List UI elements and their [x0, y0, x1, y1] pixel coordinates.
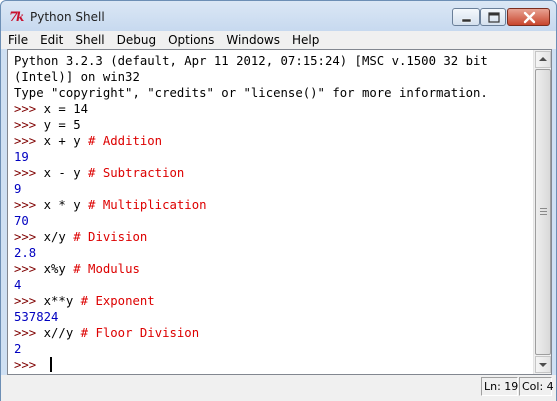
input-line: >>> x**y # Exponent: [14, 293, 533, 309]
input-code: x%y: [43, 262, 74, 276]
scroll-up-arrow-icon: [539, 57, 547, 61]
input-line: >>> x//y # Floor Division: [14, 325, 533, 341]
status-bar: Ln: 19 Col: 4: [1, 375, 556, 401]
menu-help[interactable]: Help: [292, 33, 319, 47]
prompt: >>>: [14, 166, 44, 180]
maximize-icon: [488, 12, 500, 23]
shell-text-area[interactable]: Python 3.2.3 (default, Apr 11 2012, 07:1…: [8, 50, 533, 374]
menu-windows[interactable]: Windows: [226, 33, 280, 47]
menu-bar: File Edit Shell Debug Options Windows He…: [1, 31, 556, 49]
scroll-up-button[interactable]: [535, 51, 551, 68]
input-comment: # Multiplication: [88, 198, 207, 212]
close-icon: [523, 11, 536, 24]
input-code: x * y: [43, 198, 89, 212]
output-line: 9: [14, 182, 22, 196]
prompt: >>>: [14, 134, 44, 148]
input-comment: # Modulus: [73, 262, 140, 276]
prompt: >>>: [14, 198, 44, 212]
banner-line: Python 3.2.3 (default, Apr 11 2012, 07:1…: [14, 54, 488, 68]
output-line: 4: [14, 278, 22, 292]
output-line: 2.8: [14, 246, 37, 260]
menu-edit[interactable]: Edit: [40, 33, 63, 47]
thumb-grip-line: [540, 208, 547, 209]
maximize-button[interactable]: [480, 8, 506, 26]
status-column-number: Col: 4: [519, 377, 554, 396]
scroll-down-button[interactable]: [535, 356, 551, 373]
output-line: 19: [14, 150, 29, 164]
thumb-grip-line: [540, 214, 547, 215]
minimize-button[interactable]: [452, 8, 480, 26]
input-line: >>> x/y # Division: [14, 229, 533, 245]
banner-line: Type "copyright", "credits" or "license(…: [14, 86, 488, 100]
input-code: x**y: [43, 294, 81, 308]
input-line: >>> x - y # Subtraction: [14, 165, 533, 181]
current-input-line: >>>: [14, 357, 533, 373]
scroll-thumb[interactable]: [535, 69, 551, 355]
scroll-down-arrow-icon: [539, 363, 547, 367]
prompt: >>>: [14, 262, 44, 276]
input-comment: # Exponent: [80, 294, 155, 308]
menu-shell[interactable]: Shell: [75, 33, 104, 47]
status-line-number: Ln: 19: [481, 377, 518, 396]
svg-text:k: k: [16, 10, 24, 24]
input-comment: # Subtraction: [88, 166, 185, 180]
input-line: >>> x%y # Modulus: [14, 261, 533, 277]
menu-debug[interactable]: Debug: [117, 33, 156, 47]
close-button[interactable]: [507, 8, 550, 26]
input-comment: # Floor Division: [80, 326, 200, 340]
output-line: 70: [14, 214, 29, 228]
input-line: >>> x = 14: [14, 101, 533, 117]
prompt: >>>: [14, 294, 44, 308]
input-line: >>> y = 5: [14, 117, 533, 133]
prompt: >>>: [14, 326, 44, 340]
input-code: x = 14: [43, 102, 89, 116]
input-code: x - y: [43, 166, 89, 180]
thumb-grip-line: [540, 211, 547, 212]
vertical-scrollbar[interactable]: [533, 50, 551, 374]
prompt: >>>: [14, 102, 44, 116]
window-title: Python Shell: [30, 10, 105, 24]
title-bar[interactable]: 7 k Python Shell: [1, 1, 556, 31]
output-line: 537824: [14, 310, 59, 324]
prompt: >>>: [14, 358, 44, 372]
input-line: >>> x * y # Multiplication: [14, 197, 533, 213]
input-code: x/y: [43, 230, 74, 244]
prompt: >>>: [14, 230, 44, 244]
python-shell-window: 7 k Python Shell File Edit Shell Debug O…: [0, 0, 557, 401]
input-code: x + y: [43, 134, 89, 148]
input-line: >>> x + y # Addition: [14, 133, 533, 149]
prompt: >>>: [14, 118, 44, 132]
input-code: x//y: [43, 326, 81, 340]
text-cursor: [49, 357, 52, 372]
menu-file[interactable]: File: [8, 33, 28, 47]
input-code: y = 5: [43, 118, 81, 132]
input-comment: # Addition: [88, 134, 163, 148]
minimize-icon: [461, 18, 472, 23]
shell-editor-frame: Python 3.2.3 (default, Apr 11 2012, 07:1…: [7, 49, 552, 375]
banner-line: (Intel)] on win32: [14, 70, 140, 84]
input-comment: # Division: [73, 230, 148, 244]
python-feather-icon: 7 k: [9, 8, 26, 25]
output-line: 2: [14, 342, 22, 356]
menu-options[interactable]: Options: [168, 33, 214, 47]
